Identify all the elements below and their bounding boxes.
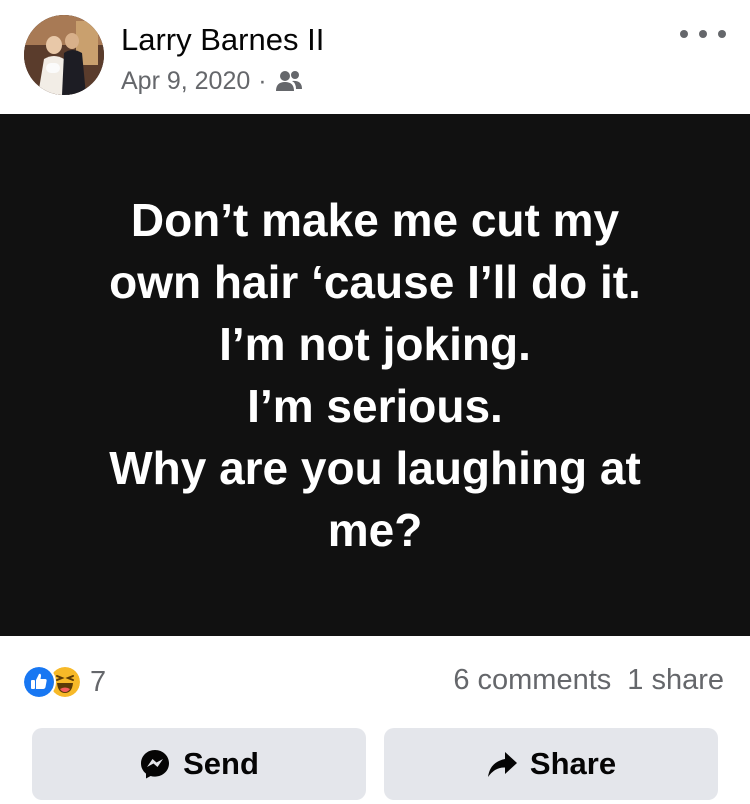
more-dot — [699, 30, 707, 38]
more-dot — [680, 30, 688, 38]
reactions-summary[interactable]: 7 — [22, 665, 107, 699]
post-stats: 7 6 comments 1 share — [0, 650, 750, 710]
author-name[interactable]: Larry Barnes II — [121, 22, 324, 58]
status-text: Don’t make me cut my own hair ‘cause I’l… — [55, 189, 695, 561]
post-meta: Apr 9, 2020 · — [121, 64, 303, 98]
status-line: Don’t make me cut my — [130, 194, 620, 246]
more-options-icon[interactable] — [680, 20, 726, 48]
post-date[interactable]: Apr 9, 2020 — [121, 67, 250, 96]
share-button[interactable]: Share — [384, 728, 718, 800]
send-label: Send — [183, 746, 259, 781]
share-arrow-icon — [487, 752, 517, 777]
status-line: me? — [327, 504, 423, 556]
post-header: Larry Barnes II Apr 9, 2020 · — [0, 0, 750, 114]
like-icon — [22, 665, 56, 699]
author-avatar[interactable] — [24, 15, 104, 95]
comments-count[interactable]: 6 comments — [453, 664, 611, 697]
avatar-photo — [24, 15, 104, 95]
messenger-icon — [141, 750, 170, 779]
share-label: Share — [529, 746, 617, 781]
status-line: I’m not joking. — [219, 318, 531, 370]
engagement-counts: 6 comments 1 share — [453, 664, 724, 697]
post-actions: Send Share — [32, 728, 718, 800]
meta-separator: · — [258, 66, 267, 95]
more-dot — [718, 30, 726, 38]
send-button[interactable]: Send — [32, 728, 366, 800]
shares-count[interactable]: 1 share — [627, 664, 724, 697]
facebook-post: Larry Barnes II Apr 9, 2020 · Don’t make… — [0, 0, 750, 804]
status-background[interactable]: Don’t make me cut my own hair ‘cause I’l… — [0, 114, 750, 636]
status-line: own hair ‘cause I’ll do it. — [109, 256, 641, 308]
friends-icon[interactable] — [275, 70, 303, 92]
status-line: Why are you laughing at — [109, 442, 641, 494]
status-line: I’m serious. — [247, 380, 503, 432]
reaction-count: 7 — [90, 665, 107, 698]
